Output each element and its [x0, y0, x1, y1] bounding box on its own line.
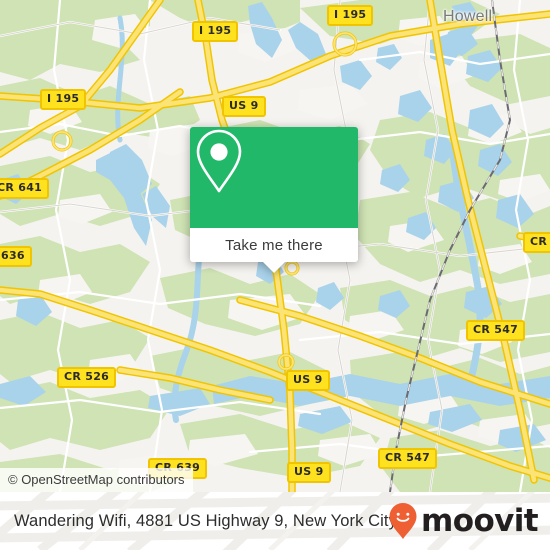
moovit-wordmark: moovit — [421, 503, 539, 539]
road-shield-us9-mid[interactable]: US 9 — [286, 370, 330, 391]
moovit-smiley-pin-icon — [389, 503, 417, 539]
road-shield-us9-lower[interactable]: US 9 — [287, 462, 331, 483]
road-shield-cr-right[interactable]: CR — [523, 232, 550, 253]
footer-bar: Wandering Wifi, 4881 US Highway 9, New Y… — [0, 492, 550, 550]
road-shield-i195-upper[interactable]: I 195 — [192, 21, 239, 42]
moovit-brand[interactable]: moovit — [388, 492, 539, 550]
location-popup[interactable]: Take me there — [190, 127, 358, 273]
road-shield-cr641[interactable]: CR 641 — [0, 178, 50, 199]
take-me-there-button[interactable]: Take me there — [190, 228, 358, 262]
place-label-howell: Howell — [443, 8, 493, 25]
map-attribution[interactable]: © OpenStreetMap contributors — [0, 468, 193, 492]
road-shield-636[interactable]: 636 — [0, 246, 32, 267]
road-shield-i195-top[interactable]: I 195 — [327, 5, 374, 26]
road-shield-i195-left[interactable]: I 195 — [40, 89, 87, 110]
map-screenshot: Howell I 195 I 195 I 195 US 9 CR 641 636… — [0, 0, 550, 550]
map-canvas[interactable]: Howell I 195 I 195 I 195 US 9 CR 641 636… — [0, 0, 550, 492]
popup-header — [190, 127, 358, 228]
road-shield-cr547-upper[interactable]: CR 547 — [466, 320, 526, 341]
popup-pointer-tail — [263, 262, 285, 273]
road-shield-cr526[interactable]: CR 526 — [57, 367, 117, 388]
map-pin-icon — [196, 129, 242, 193]
place-title: Wandering Wifi, 4881 US Highway 9, New Y… — [14, 511, 397, 530]
footer-content: Wandering Wifi, 4881 US Highway 9, New Y… — [0, 492, 550, 550]
road-shield-cr547-lower[interactable]: CR 547 — [378, 448, 438, 469]
road-shield-us9-upper[interactable]: US 9 — [222, 96, 266, 117]
